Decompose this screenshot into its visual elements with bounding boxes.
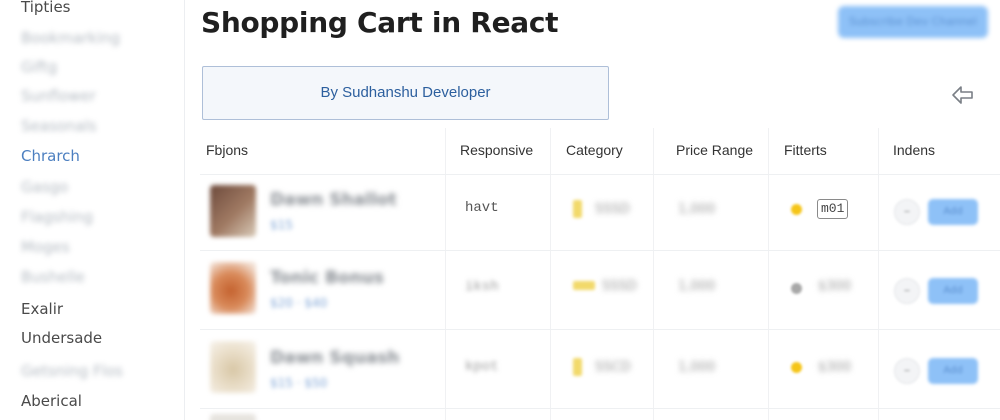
add-to-cart-button[interactable]: Add — [928, 278, 978, 304]
column-header-products[interactable]: Fbjons — [206, 142, 248, 158]
subscribe-button-label: Subscribe Dev Channel — [849, 15, 977, 28]
sidebar-item-getsning[interactable]: Getsning Flos — [21, 362, 123, 380]
product-thumbnail — [210, 414, 256, 420]
sidebar-item-chrarch[interactable]: Chrarch — [21, 147, 80, 165]
column-header-indens[interactable]: Indens — [893, 142, 935, 158]
price-value: 1,000 — [678, 360, 716, 375]
product-name[interactable]: Dawn Squash — [270, 348, 400, 368]
column-divider — [878, 128, 879, 420]
filter-dot-icon — [791, 283, 802, 294]
sidebar-item-bookmarking[interactable]: Bookmarking — [21, 29, 120, 47]
sidebar-item-undersade[interactable]: Undersade — [21, 329, 102, 347]
responsive-value: kpot — [465, 359, 499, 375]
filter-dot-icon — [791, 204, 802, 215]
category-swatch-icon — [573, 281, 595, 290]
sidebar-item-aberical[interactable]: Aberical — [21, 392, 82, 410]
filter-dot-icon — [791, 362, 802, 373]
row-divider — [200, 174, 1000, 175]
add-to-cart-button[interactable]: Add — [928, 358, 978, 384]
main-content: Shopping Cart in React Subscribe Dev Cha… — [186, 0, 1000, 420]
column-divider — [768, 128, 769, 420]
column-divider — [653, 128, 654, 420]
category-value: SSSD — [595, 202, 630, 217]
sidebar-item-giftg[interactable]: Giftg — [21, 58, 57, 76]
column-header-price-range[interactable]: Price Range — [676, 142, 753, 158]
row-divider — [200, 329, 1000, 330]
responsive-value: iksh — [465, 279, 499, 295]
filter-value: $300 — [818, 279, 852, 294]
filter-badge[interactable]: m01 — [817, 199, 849, 219]
row-divider — [200, 408, 1000, 409]
byline-box[interactable]: By Sudhanshu Developer — [202, 66, 609, 120]
product-thumbnail — [210, 185, 256, 237]
subscribe-button[interactable]: Subscribe Dev Channel — [838, 6, 988, 38]
column-divider — [550, 128, 551, 420]
share-arrow-icon[interactable] — [951, 84, 975, 106]
price-value: 1,000 — [678, 279, 716, 294]
column-divider — [445, 128, 446, 420]
decrease-button[interactable]: – — [894, 199, 920, 225]
sidebar-item-flagshing[interactable]: Flagshing — [21, 208, 93, 226]
category-swatch-icon — [573, 200, 582, 218]
sidebar-item-moges[interactable]: Moges — [21, 238, 70, 256]
price-value: 1,000 — [678, 202, 716, 217]
column-header-category[interactable]: Category — [566, 142, 623, 158]
product-sub: $20 · $40 — [270, 296, 328, 310]
sidebar-item-gasgo[interactable]: Gasgo — [21, 178, 68, 196]
sidebar-item-bushelle[interactable]: Bushelle — [21, 268, 85, 286]
decrease-button[interactable]: – — [894, 278, 920, 304]
byline-text: By Sudhanshu Developer — [320, 84, 491, 101]
product-thumbnail — [210, 262, 256, 314]
category-swatch-icon — [573, 358, 582, 376]
products-table: Fbjons Responsive Category Price Range F… — [200, 128, 1000, 420]
sidebar-item-tipties[interactable]: Tipties — [21, 0, 70, 16]
column-header-responsive[interactable]: Responsive — [460, 142, 533, 158]
responsive-value: havt — [465, 200, 499, 216]
filter-value: $300 — [818, 360, 852, 375]
row-divider — [200, 250, 1000, 251]
product-sub: $15 · $50 — [270, 376, 328, 390]
add-to-cart-button[interactable]: Add — [928, 199, 978, 225]
category-value: SSSD — [602, 279, 637, 294]
product-name[interactable]: Dawn Shallot — [270, 190, 397, 210]
sidebar-item-exalir[interactable]: Exalir — [21, 300, 63, 318]
column-header-filters[interactable]: Fitterts — [784, 142, 827, 158]
page-title: Shopping Cart in React — [201, 6, 559, 39]
decrease-button[interactable]: – — [894, 358, 920, 384]
product-name[interactable]: Tonic Bonus — [270, 268, 384, 288]
sidebar: Tipties Bookmarking Giftg Sunflower Seas… — [0, 0, 185, 420]
product-sub: $15 — [270, 218, 293, 232]
category-value: SSCD — [595, 360, 631, 375]
sidebar-item-seasonals[interactable]: Seasonals — [21, 117, 97, 135]
product-thumbnail — [210, 341, 256, 393]
sidebar-item-sunflower[interactable]: Sunflower — [21, 87, 96, 105]
